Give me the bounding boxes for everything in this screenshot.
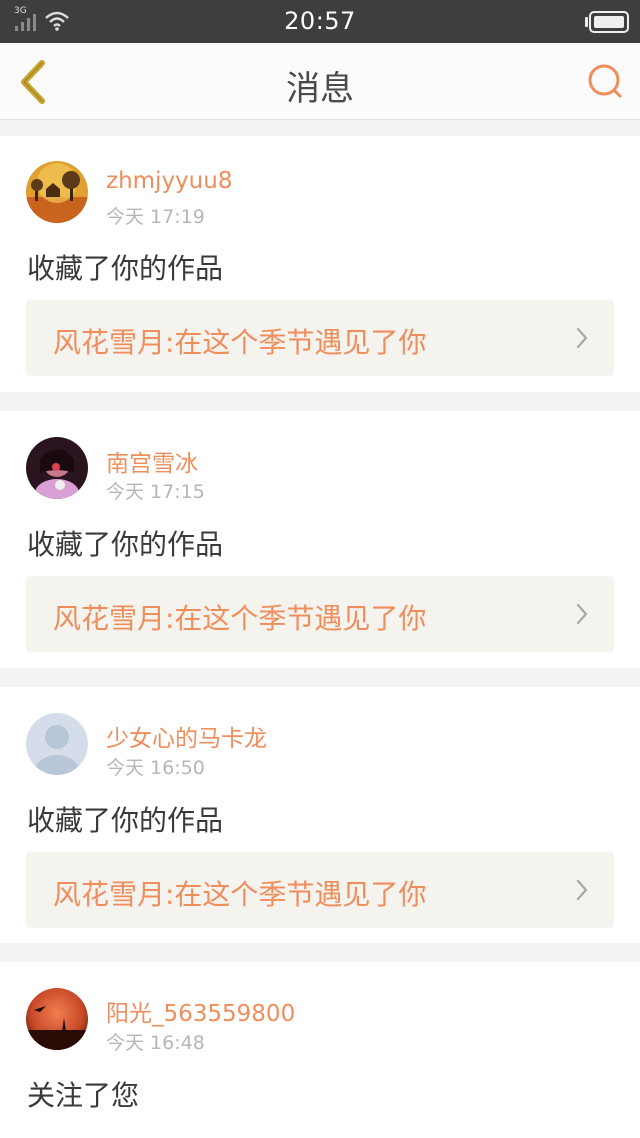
nav-bar: 消息 bbox=[0, 43, 640, 120]
work-link[interactable]: 风花雪月:在这个季节遇见了你 bbox=[26, 576, 614, 652]
message-time: 今天 16:48 bbox=[106, 1032, 205, 1054]
search-icon[interactable] bbox=[586, 62, 624, 100]
battery-icon bbox=[585, 11, 629, 33]
message-action: 收藏了你的作品 bbox=[27, 252, 224, 285]
message-card: 南宫雪冰 今天 17:15 收藏了你的作品 风花雪月:在这个季节遇见了你 bbox=[0, 411, 640, 668]
page-title: 消息 bbox=[286, 69, 354, 109]
username[interactable]: zhmjyyuu8 bbox=[106, 168, 232, 194]
message-action: 关注了您 bbox=[27, 1079, 140, 1112]
message-action: 收藏了你的作品 bbox=[27, 528, 224, 561]
username[interactable]: 阳光_563559800 bbox=[106, 994, 295, 1028]
work-link[interactable]: 风花雪月:在这个季节遇见了你 bbox=[26, 852, 614, 928]
status-time: 20:57 bbox=[284, 7, 356, 35]
message-card: zhmjyyuu8 今天 17:19 收藏了你的作品 风花雪月:在这个季节遇见了… bbox=[0, 136, 640, 392]
message-card: 阳光_563559800 今天 16:48 关注了您 bbox=[0, 962, 640, 1138]
message-time: 今天 17:15 bbox=[106, 481, 205, 503]
work-title: 风花雪月:在这个季节遇见了你 bbox=[53, 602, 427, 635]
status-bar: 3G 20:57 bbox=[0, 0, 640, 43]
avatar[interactable] bbox=[26, 161, 88, 223]
work-title: 风花雪月:在这个季节遇见了你 bbox=[53, 326, 427, 359]
avatar[interactable] bbox=[26, 437, 88, 499]
message-time: 今天 17:19 bbox=[106, 206, 205, 228]
username[interactable]: 南宫雪冰 bbox=[106, 444, 198, 478]
chevron-right-icon bbox=[576, 603, 588, 625]
chevron-right-icon bbox=[576, 879, 588, 901]
work-link[interactable]: 风花雪月:在这个季节遇见了你 bbox=[26, 300, 614, 376]
avatar[interactable] bbox=[26, 988, 88, 1050]
message-action: 收藏了你的作品 bbox=[27, 804, 224, 837]
message-card: 少女心的马卡龙 今天 16:50 收藏了你的作品 风花雪月:在这个季节遇见了你 bbox=[0, 687, 640, 943]
chevron-right-icon bbox=[576, 327, 588, 349]
message-time: 今天 16:50 bbox=[106, 757, 205, 779]
work-title: 风花雪月:在这个季节遇见了你 bbox=[53, 878, 427, 911]
avatar[interactable] bbox=[26, 713, 88, 775]
username[interactable]: 少女心的马卡龙 bbox=[106, 719, 267, 753]
